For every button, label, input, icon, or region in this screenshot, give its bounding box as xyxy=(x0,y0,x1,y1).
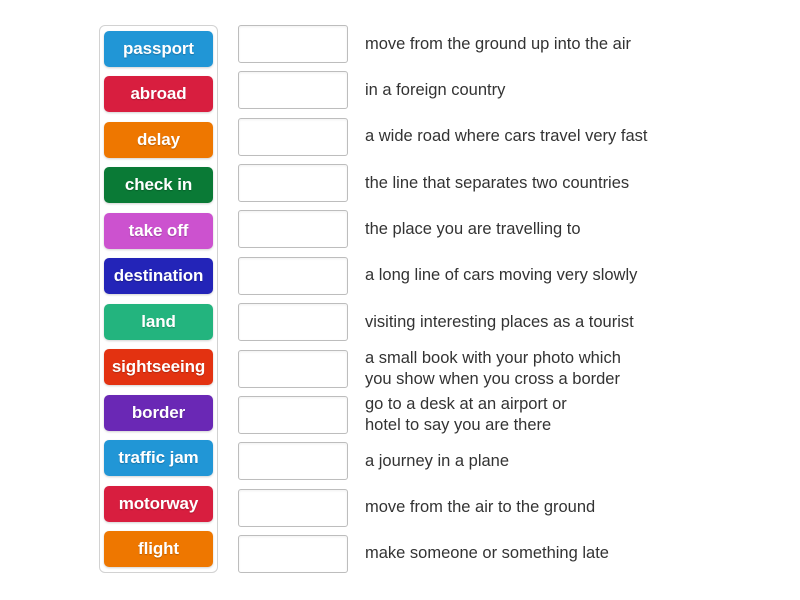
definition-text: the line that separates two countries xyxy=(365,173,630,192)
definition-row: move from the ground up into the air xyxy=(238,25,783,63)
definition-text: the place you are travelling to xyxy=(365,219,581,238)
definition-text: a wide road where cars travel very fast xyxy=(365,127,648,146)
word-tile[interactable]: check in xyxy=(104,167,213,204)
answer-drop-box[interactable] xyxy=(238,395,348,434)
definition-row: in a foreign country xyxy=(238,71,783,110)
definition-text: move from the air to the ground xyxy=(365,498,596,517)
definition-row: make someone or something late xyxy=(238,534,783,573)
word-tile-label: passport xyxy=(123,39,194,58)
word-tile[interactable]: land xyxy=(104,303,213,340)
answer-drop-box[interactable] xyxy=(238,349,348,388)
definition-row: go to a desk at an airport or hotel to s… xyxy=(238,394,783,434)
word-tile-label: delay xyxy=(137,129,180,149)
definition-row: a wide road where cars travel very fast xyxy=(238,117,783,156)
definition-row: the place you are travelling to xyxy=(238,210,783,249)
word-tile[interactable]: abroad xyxy=(104,76,213,113)
answer-drop-box[interactable] xyxy=(238,534,348,573)
word-tile-label: flight xyxy=(138,538,179,558)
word-tile-label: border xyxy=(131,402,186,422)
word-tile-label: land xyxy=(141,311,176,331)
answer-drop-box[interactable] xyxy=(238,164,348,203)
word-tile-label: traffic jam xyxy=(118,448,199,468)
definition-text: visiting interesting places as a tourist xyxy=(365,312,634,331)
word-tile-label: sightseeing xyxy=(111,357,206,377)
word-tile[interactable]: passport xyxy=(104,31,213,67)
definition-text: a journey in a plane xyxy=(365,451,510,470)
answer-drop-box[interactable] xyxy=(238,210,348,249)
word-tile[interactable]: destination xyxy=(104,258,213,295)
definition-list: move from the ground up into the air in a… xyxy=(238,25,783,573)
definition-row: the line that separates two countries xyxy=(238,164,783,203)
definition-row: visiting interesting places as a tourist xyxy=(238,303,783,342)
answer-drop-box[interactable] xyxy=(238,442,348,481)
definition-text: make someone or something late xyxy=(365,544,609,563)
word-tile[interactable]: motorway xyxy=(104,485,213,522)
word-tile-label: motorway xyxy=(118,493,199,513)
definition-row: a long line of cars moving very slowly xyxy=(238,256,783,295)
definition-text: a small book with your photo which you s… xyxy=(365,348,621,388)
definition-text: a long line of cars moving very slowly xyxy=(365,266,638,285)
answer-drop-box[interactable] xyxy=(238,488,348,527)
word-tile-label: take off xyxy=(128,220,189,240)
word-tile[interactable]: delay xyxy=(104,121,213,158)
definition-text: move from the ground up into the air xyxy=(365,34,631,53)
answer-drop-box[interactable] xyxy=(238,25,348,63)
answer-drop-box[interactable] xyxy=(238,303,348,342)
word-tile[interactable]: traffic jam xyxy=(104,440,213,477)
definition-row: move from the air to the ground xyxy=(238,488,783,527)
answer-drop-box[interactable] xyxy=(238,71,348,110)
definition-row: a small book with your photo which you s… xyxy=(238,348,783,388)
word-tile-label: abroad xyxy=(130,84,187,104)
definition-row: a journey in a plane xyxy=(238,442,783,481)
word-tile[interactable]: border xyxy=(104,394,213,431)
match-up-activity: passport abroad delay check in take off desti… xyxy=(0,0,800,600)
word-tile[interactable]: flight xyxy=(104,530,213,567)
word-tile-label: check in xyxy=(124,175,193,195)
answer-drop-box[interactable] xyxy=(238,117,348,156)
definition-text: in a foreign country xyxy=(365,80,506,99)
word-tile-label: destination xyxy=(113,266,204,286)
definition-text: go to a desk at an airport or hotel to s… xyxy=(365,394,567,434)
word-tile[interactable]: sightseeing xyxy=(104,349,213,386)
word-tile-panel: passport abroad delay check in take off desti… xyxy=(99,25,218,573)
word-tile[interactable]: take off xyxy=(104,212,213,249)
answer-drop-box[interactable] xyxy=(238,256,348,295)
